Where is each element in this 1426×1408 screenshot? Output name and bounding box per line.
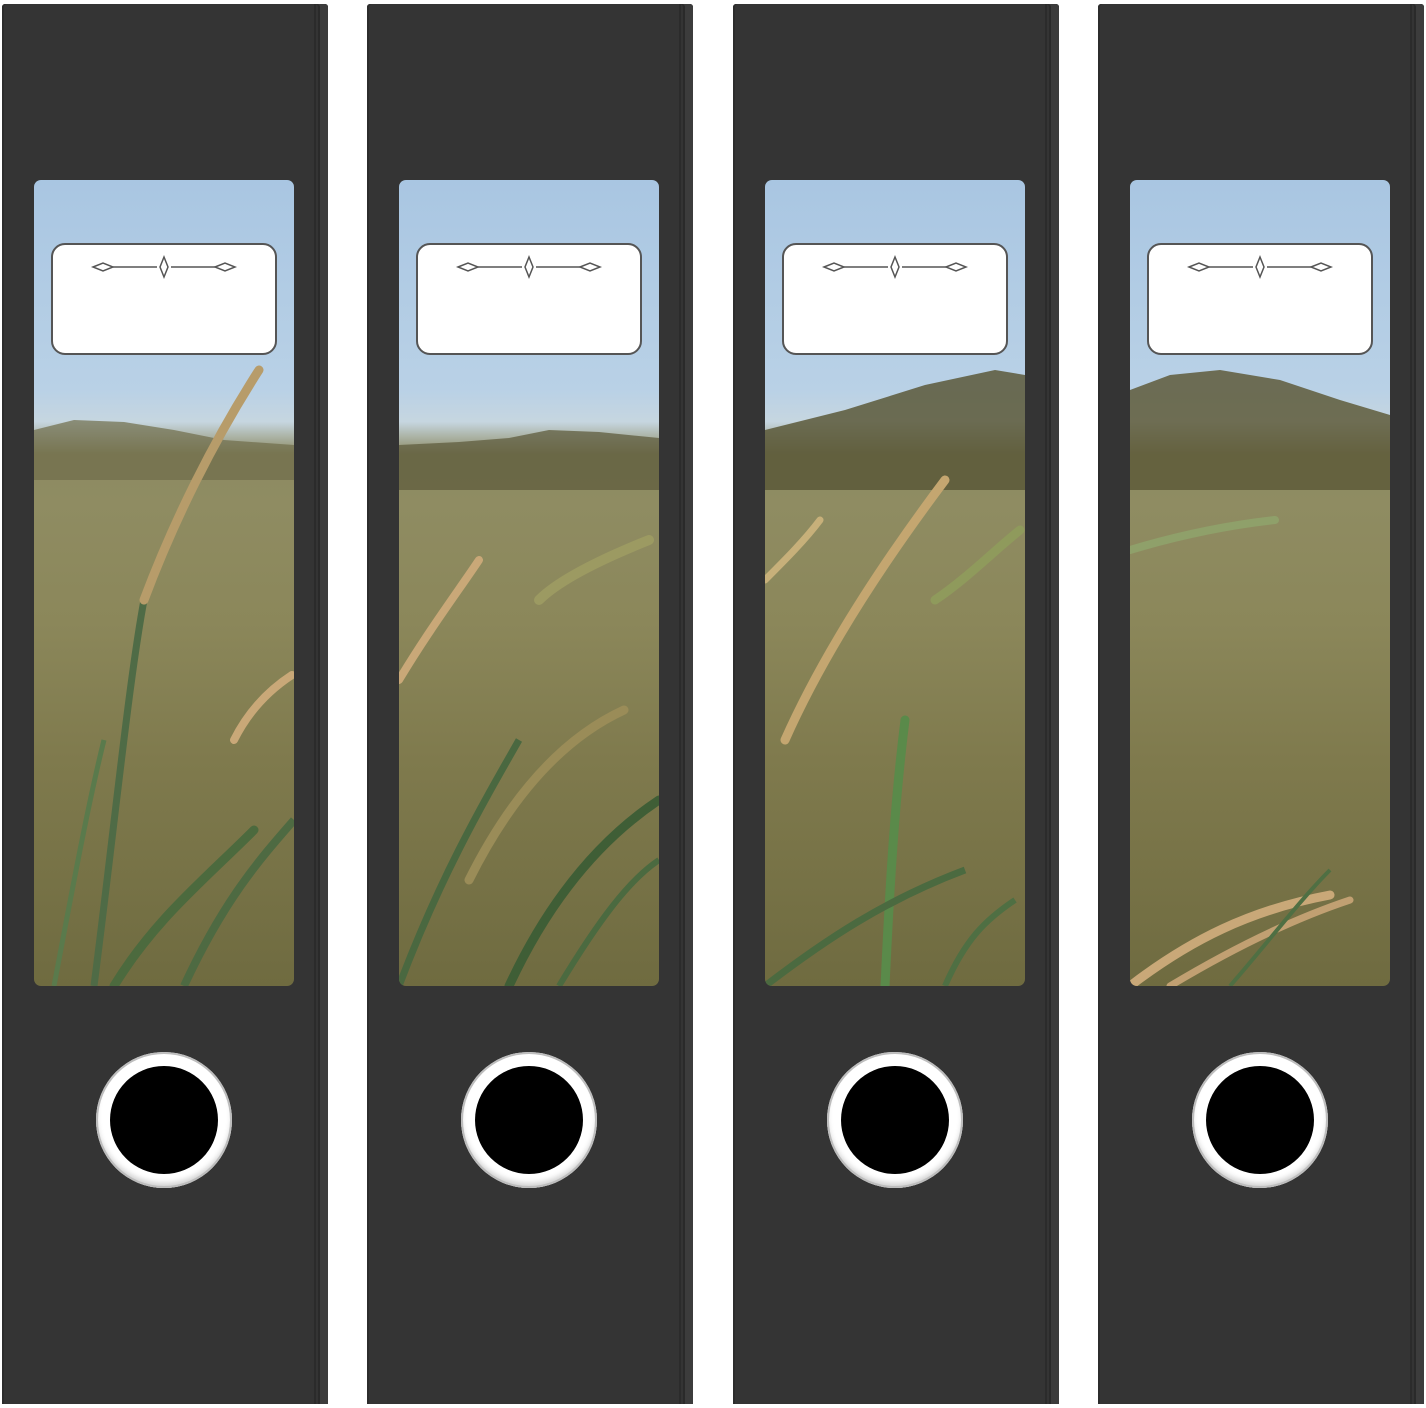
- finger-ring-icon: [461, 1052, 597, 1188]
- spine-photo-2: [399, 180, 659, 986]
- binder-spine-4: [1098, 4, 1424, 1404]
- title-label-box[interactable]: [1147, 243, 1373, 355]
- title-label-box[interactable]: [416, 243, 642, 355]
- finger-ring-icon: [1192, 1052, 1328, 1188]
- flourish-divider-icon: [821, 254, 969, 280]
- binder-spine-1: [2, 4, 328, 1404]
- binder-spine-2: [367, 4, 693, 1404]
- finger-hole: [475, 1066, 583, 1174]
- flourish-divider-icon: [90, 254, 238, 280]
- flourish-divider-icon: [455, 254, 603, 280]
- flourish-divider-icon: [1186, 254, 1334, 280]
- finger-ring-icon: [96, 1052, 232, 1188]
- finger-hole: [110, 1066, 218, 1174]
- title-label-box[interactable]: [51, 243, 277, 355]
- finger-ring-icon: [827, 1052, 963, 1188]
- finger-hole: [1206, 1066, 1314, 1174]
- binder-spine-3: [733, 4, 1059, 1404]
- finger-hole: [841, 1066, 949, 1174]
- binder-spine-labels-sheet: [0, 0, 1426, 1408]
- spine-photo-1: [34, 180, 294, 986]
- spine-photo-4: [1130, 180, 1390, 986]
- spine-photo-3: [765, 180, 1025, 986]
- title-label-box[interactable]: [782, 243, 1008, 355]
